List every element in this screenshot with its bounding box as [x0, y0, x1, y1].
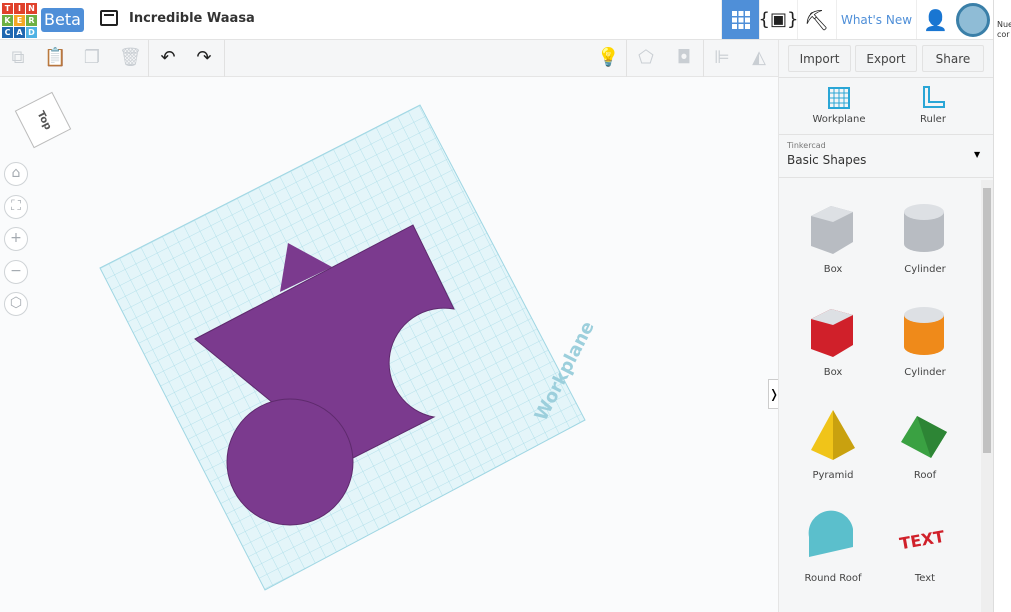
shape-label: Cylinder: [904, 367, 946, 378]
shape-outline-icon[interactable]: ⬠: [636, 48, 656, 68]
undo-icon[interactable]: ↶: [158, 48, 178, 68]
shape-item-cylinder[interactable]: Cylinder: [879, 301, 971, 378]
duplicate-icon[interactable]: ❐: [82, 48, 102, 68]
group-icon[interactable]: ◘: [674, 48, 694, 68]
redo-icon[interactable]: ↷: [194, 48, 214, 68]
shape-item-pyramid[interactable]: Pyramid: [787, 404, 879, 481]
light-bulb-icon[interactable]: 💡: [597, 48, 619, 68]
workplane-tool[interactable]: Workplane: [799, 85, 879, 125]
shape-item-box[interactable]: Box: [787, 198, 879, 275]
library-select[interactable]: Tinkercad Basic Shapes ▼: [779, 136, 994, 178]
design-title[interactable]: Incredible Waasa: [129, 11, 255, 26]
shape-label: Cylinder: [904, 264, 946, 275]
logo-letter: K: [2, 15, 13, 26]
chevron-down-icon: ▼: [974, 150, 981, 159]
logo-letter: T: [2, 3, 13, 14]
delete-icon[interactable]: 🗑: [119, 48, 142, 68]
roof-icon: [901, 416, 947, 458]
sphere-shape: [226, 398, 354, 526]
shape-label: Box: [823, 264, 843, 275]
cylinder-icon: [904, 307, 944, 355]
logo-letter: E: [14, 15, 25, 26]
logo-letter: R: [26, 15, 37, 26]
logo-letter: I: [14, 3, 25, 14]
align-icon[interactable]: ⊫: [712, 48, 732, 68]
ruler-icon: [923, 86, 945, 108]
beta-badge: Beta: [41, 8, 84, 32]
whats-new-link[interactable]: What's New: [836, 0, 916, 39]
tinkercad-logo[interactable]: TIN KER CAD: [2, 3, 37, 38]
mirror-icon[interactable]: ◭: [749, 48, 769, 68]
invite-user-button[interactable]: 👤: [916, 0, 954, 39]
round-roof-icon: [808, 510, 853, 557]
ruler-tool[interactable]: Ruler: [893, 85, 973, 125]
shape-item-box[interactable]: Box: [787, 301, 879, 378]
scrollbar[interactable]: [981, 180, 993, 612]
import-button[interactable]: Import: [788, 45, 851, 72]
shape-item-text[interactable]: TEXT Text: [879, 507, 971, 584]
shape-label: Box: [823, 367, 843, 378]
copy-icon[interactable]: ⧉: [8, 48, 28, 68]
shape-item-roof[interactable]: Roof: [879, 404, 971, 481]
shape-label: Round Roof: [804, 573, 862, 584]
logo-letter: C: [2, 27, 13, 38]
cylinder-icon: [904, 204, 944, 252]
toolbar: ⧉ 📋 ❐ 🗑 ↶ ↷ 💡 ⬠ ◘ ⊫ ◭: [0, 40, 778, 77]
logo-letter: N: [26, 3, 37, 14]
workplane-icon: [828, 87, 850, 109]
workplane-canvas[interactable]: Top ⌂ ⛶ + − ⬡ Workplane ❭: [0, 77, 780, 612]
box-icon: [811, 309, 853, 357]
codeblocks-button[interactable]: {▣}: [758, 0, 799, 39]
shape-label: Text: [914, 573, 936, 584]
share-button[interactable]: Share: [922, 45, 984, 72]
svg-text:TEXT: TEXT: [898, 527, 946, 554]
minecraft-button[interactable]: ⛏: [797, 0, 835, 39]
shape-item-round-roof[interactable]: Round Roof: [787, 507, 879, 584]
pyramid-icon: [811, 410, 855, 460]
design-list-icon[interactable]: [100, 10, 118, 26]
shapes-panel: Import Export Share Workplane Ruler Tink…: [778, 40, 994, 612]
grid-icon: [731, 10, 750, 29]
side-strip: Nue cor: [993, 0, 1011, 612]
avatar[interactable]: [956, 3, 990, 37]
shape-label: Pyramid: [812, 470, 854, 481]
box-icon: [811, 206, 853, 254]
add-user-icon: 👤: [923, 7, 948, 32]
shape-item-cylinder[interactable]: Cylinder: [879, 198, 971, 275]
scene: Workplane: [99, 104, 599, 591]
text-icon: TEXT: [898, 527, 946, 554]
export-button[interactable]: Export: [855, 45, 917, 72]
shape-label: Roof: [913, 470, 937, 481]
top-bar: TIN KER CAD Beta Incredible Waasa {▣} ⛏ Wh…: [0, 0, 993, 40]
code-braces-icon: {▣}: [758, 9, 799, 30]
3d-view-button[interactable]: [721, 0, 759, 39]
paste-icon[interactable]: 📋: [44, 48, 66, 68]
pickaxe-icon: ⛏: [803, 7, 830, 32]
logo-letter: A: [14, 27, 25, 38]
logo-letter: D: [26, 27, 37, 38]
